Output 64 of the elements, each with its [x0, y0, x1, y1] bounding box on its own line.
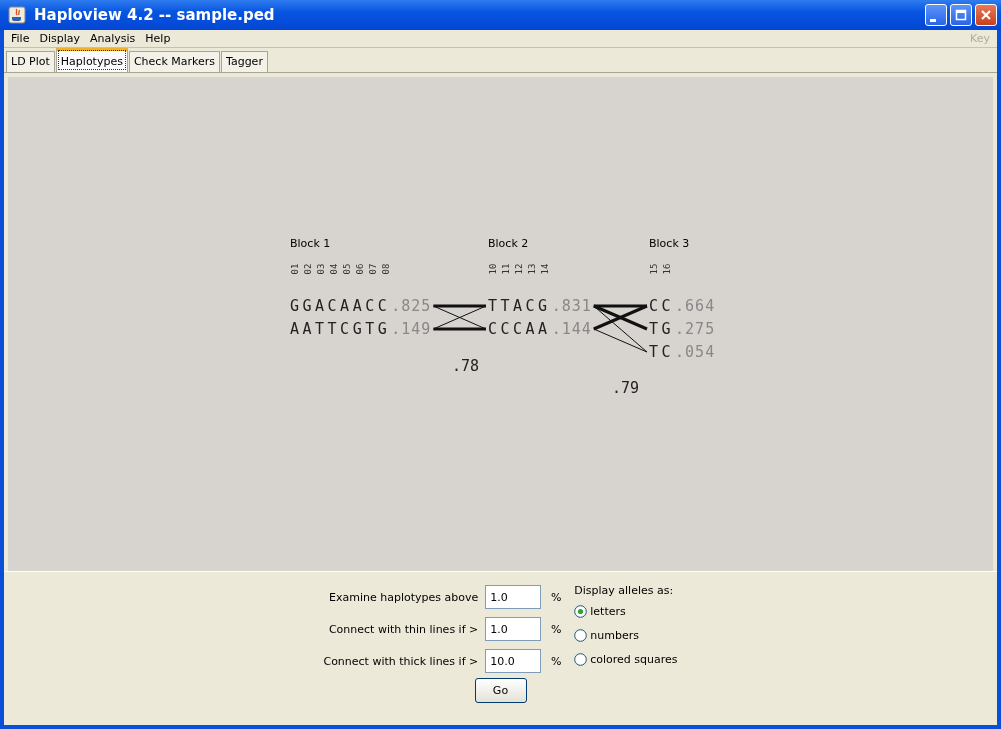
tab[interactable]: LD Plot — [6, 51, 55, 72]
multiallelic-d-value: .79 — [612, 379, 640, 397]
go-button[interactable]: Go — [474, 678, 527, 703]
menu-item[interactable]: Analysis — [84, 32, 141, 45]
window-title: Haploview 4.2 -- sample.ped — [34, 6, 276, 24]
radio-option[interactable]: colored squares — [574, 647, 678, 671]
block-title: Block 3 — [649, 237, 690, 250]
marker-number: 01 — [290, 263, 301, 275]
haplotype-alleles: TC — [649, 343, 675, 361]
maximize-button[interactable] — [950, 4, 972, 26]
block-title: Block 2 — [488, 237, 529, 250]
marker-number: 06 — [355, 263, 366, 275]
menu-item[interactable]: File — [6, 32, 35, 45]
menu-item[interactable]: Display — [34, 32, 85, 45]
close-button[interactable] — [975, 4, 997, 26]
marker-number: 14 — [540, 263, 551, 275]
unit-label: % — [550, 654, 563, 668]
haplotype-alleles: AATTCGTG — [290, 320, 391, 338]
tab[interactable]: Check Markers — [128, 51, 220, 72]
haplotype-frequency: .054 — [675, 343, 716, 361]
close-icon — [980, 9, 992, 21]
marker-number: 05 — [342, 263, 353, 275]
marker-number: 13 — [527, 263, 538, 275]
marker-number: 04 — [329, 263, 340, 275]
field-label: Examine haplotypes above — [329, 590, 479, 604]
haplotype-frequency: .664 — [675, 297, 716, 315]
haplotype-frequency: .831 — [551, 297, 592, 315]
haplotype-frequency: .275 — [675, 320, 716, 338]
field-label: Connect with thin lines if > — [328, 622, 479, 636]
marker-number: 16 — [662, 263, 673, 275]
haplotype-frequency: .144 — [551, 320, 592, 338]
radio-option[interactable]: numbers — [574, 623, 678, 647]
menu-item[interactable]: Help — [140, 32, 176, 45]
haplotype-alleles: CCCAA — [488, 320, 551, 338]
multiallelic-d-value: .78 — [452, 357, 480, 375]
marker-number: 08 — [381, 263, 392, 275]
marker-number: 03 — [316, 263, 327, 275]
marker-number: 15 — [649, 263, 660, 275]
number-field[interactable]: 1.0 — [485, 585, 542, 609]
minimize-button[interactable] — [925, 4, 947, 26]
field-label: Connect with thick lines if > — [323, 654, 479, 668]
haplotype-alleles: CC — [649, 297, 675, 315]
tab[interactable]: Haplotypes — [55, 48, 128, 72]
marker-number: 07 — [368, 263, 379, 275]
unit-label: % — [550, 590, 563, 604]
marker-number: 02 — [303, 263, 314, 275]
marker-number: 12 — [514, 263, 525, 275]
app-icon — [8, 6, 26, 24]
marker-number: 10 — [488, 263, 499, 275]
haplotype-alleles: TTACG — [488, 297, 551, 315]
number-field[interactable]: 1.0 — [485, 617, 542, 641]
maximize-icon — [955, 9, 967, 21]
haplotype-frequency: .825 — [391, 297, 432, 315]
radio-group-label: Display alleles as: — [574, 584, 675, 597]
tab[interactable]: Tagger — [221, 51, 268, 72]
haplotype-alleles: TG — [649, 320, 675, 338]
block-title: Block 1 — [290, 237, 331, 250]
number-field[interactable]: 10.0 — [485, 649, 542, 673]
marker-number: 11 — [501, 263, 512, 275]
unit-label: % — [550, 622, 563, 636]
radio-option[interactable]: letters — [574, 599, 678, 623]
haplotype-alleles: GGACAACC — [290, 297, 391, 315]
haplotype-frequency: .149 — [391, 320, 432, 338]
minimize-icon — [930, 18, 936, 22]
